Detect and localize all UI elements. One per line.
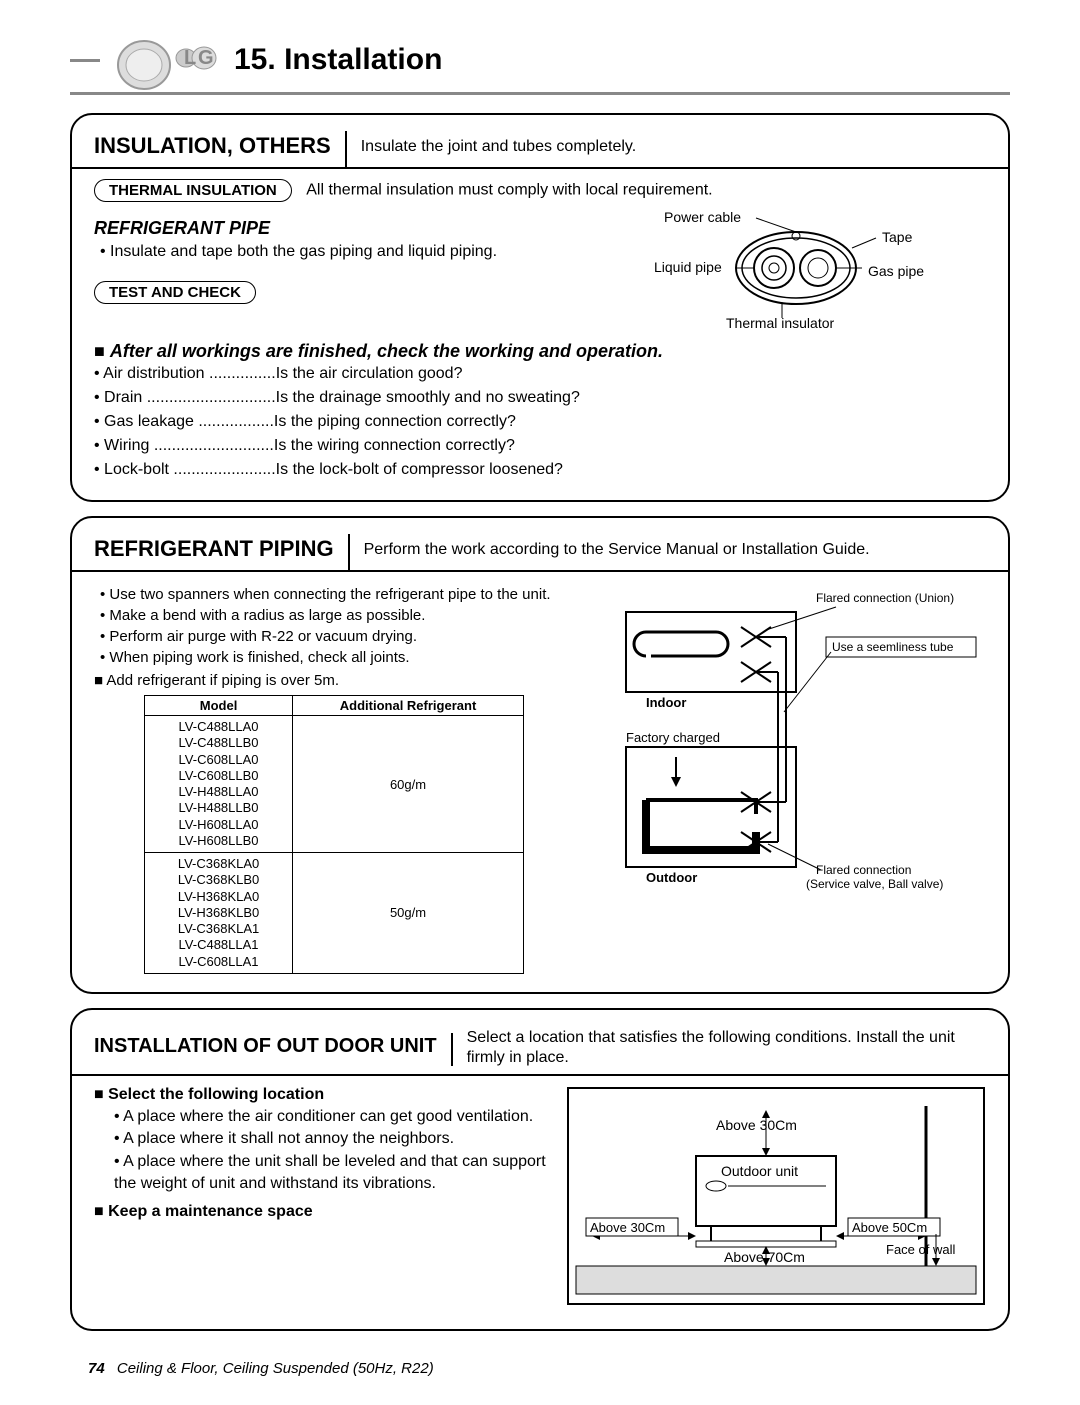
insulation-title: INSULATION, OTHERS xyxy=(72,131,347,167)
lg-logo: L G xyxy=(114,30,224,90)
chapter-title: 15. Installation xyxy=(234,43,442,77)
outdoor-clearance-diagram: Above 30Cm Outdoor unit Above 30Cm Above… xyxy=(566,1086,986,1311)
label-above-30-top: Above 30Cm xyxy=(716,1117,797,1133)
piping-title: REFRIGERANT PIPING xyxy=(72,534,350,570)
label-above-50: Above 50Cm xyxy=(852,1220,927,1235)
select-location-heading: Select the following location xyxy=(94,1086,546,1104)
col-model: Model xyxy=(145,696,293,716)
label-above-70: Above 70Cm xyxy=(724,1249,805,1265)
label-flared-connection: Flared connection xyxy=(816,863,911,877)
label-face-of-wall: Face of wall xyxy=(886,1242,955,1257)
footer-title: Ceiling & Floor, Ceiling Suspended (50Hz… xyxy=(117,1360,434,1377)
piping-desc: Perform the work according to the Servic… xyxy=(350,538,884,566)
page-footer: 74 Ceiling & Floor, Ceiling Suspended (5… xyxy=(88,1360,434,1377)
refrigerant-pipe-heading: REFRIGERANT PIPE xyxy=(94,218,586,239)
header-bar xyxy=(70,59,100,62)
check-list: Air distribution ...............Is the a… xyxy=(94,362,986,482)
label-service-valve: (Service valve, Ball valve) xyxy=(806,877,943,891)
chapter-number: 15. xyxy=(234,43,276,76)
label-gas-pipe: Gas pipe xyxy=(868,263,924,279)
select-bullets: A place where the air conditioner can ge… xyxy=(114,1106,546,1196)
label-thermal-insulator: Thermal insulator xyxy=(726,315,834,328)
page-header: L G 15. Installation xyxy=(70,30,1010,95)
insulation-desc: Insulate the joint and tubes completely. xyxy=(347,135,650,163)
svg-text:L: L xyxy=(184,47,196,69)
label-factory-charged: Factory charged xyxy=(626,730,720,745)
model-cell-1: LV-C488LLA0 LV-C488LLB0 LV-C608LLA0 LV-C… xyxy=(145,716,293,853)
thermal-note: All thermal insulation must comply with … xyxy=(306,182,712,199)
piping-diagram: Indoor Outdoor Factory charged xyxy=(606,582,986,974)
piping-panel: REFRIGERANT PIPING Perform the work acco… xyxy=(70,516,1010,994)
insulation-header: INSULATION, OTHERS Insulate the joint an… xyxy=(72,131,1008,169)
label-indoor: Indoor xyxy=(646,695,686,710)
piping-bullets: Use two spanners when connecting the ref… xyxy=(100,584,586,668)
label-tape: Tape xyxy=(882,229,913,245)
label-outdoor-unit: Outdoor unit xyxy=(721,1163,798,1179)
refrigerant-table: Model Additional Refrigerant LV-C488LLA0… xyxy=(144,695,524,974)
insulation-panel: INSULATION, OTHERS Insulate the joint an… xyxy=(70,113,1010,502)
label-liquid-pipe: Liquid pipe xyxy=(654,259,722,275)
table-row: LV-C368KLA0 LV-C368KLB0 LV-H368KLA0 LV-H… xyxy=(145,853,524,974)
thermal-pill: THERMAL INSULATION xyxy=(94,179,292,202)
piping-header: REFRIGERANT PIPING Perform the work acco… xyxy=(72,534,1008,572)
test-check-pill: TEST AND CHECK xyxy=(94,281,256,304)
outdoor-desc: Select a location that satisfies the fol… xyxy=(453,1026,1008,1074)
model-cell-2: LV-C368KLA0 LV-C368KLB0 LV-H368KLA0 LV-H… xyxy=(145,853,293,974)
label-seemliness: Use a seemliness tube xyxy=(832,640,954,654)
label-outdoor: Outdoor xyxy=(646,870,697,885)
check-heading: After all workings are finished, check t… xyxy=(94,341,986,362)
chapter-name: Installation xyxy=(284,43,442,76)
refrigerant-bullet: Insulate and tape both the gas piping an… xyxy=(100,241,586,263)
value-cell-1: 60g/m xyxy=(293,716,524,853)
add-refrigerant-note: Add refrigerant if piping is over 5m. xyxy=(94,672,586,689)
col-additional: Additional Refrigerant xyxy=(293,696,524,716)
outdoor-title: INSTALLATION OF OUT DOOR UNIT xyxy=(72,1033,453,1066)
label-above-30-left: Above 30Cm xyxy=(590,1220,665,1235)
outdoor-panel: INSTALLATION OF OUT DOOR UNIT Select a l… xyxy=(70,1008,1010,1331)
value-cell-2: 50g/m xyxy=(293,853,524,974)
label-power-cable: Power cable xyxy=(664,209,741,225)
label-flared-union: Flared connection (Union) xyxy=(816,591,954,605)
table-row: LV-C488LLA0 LV-C488LLB0 LV-C608LLA0 LV-C… xyxy=(145,716,524,853)
keep-maintenance-heading: Keep a maintenance space xyxy=(94,1203,546,1221)
outdoor-header: INSTALLATION OF OUT DOOR UNIT Select a l… xyxy=(72,1026,1008,1076)
page-number: 74 xyxy=(88,1360,105,1377)
pipe-cross-section-diagram: Power cable Tape Liquid pipe Gas pipe Th… xyxy=(606,208,986,333)
svg-text:G: G xyxy=(198,47,214,69)
